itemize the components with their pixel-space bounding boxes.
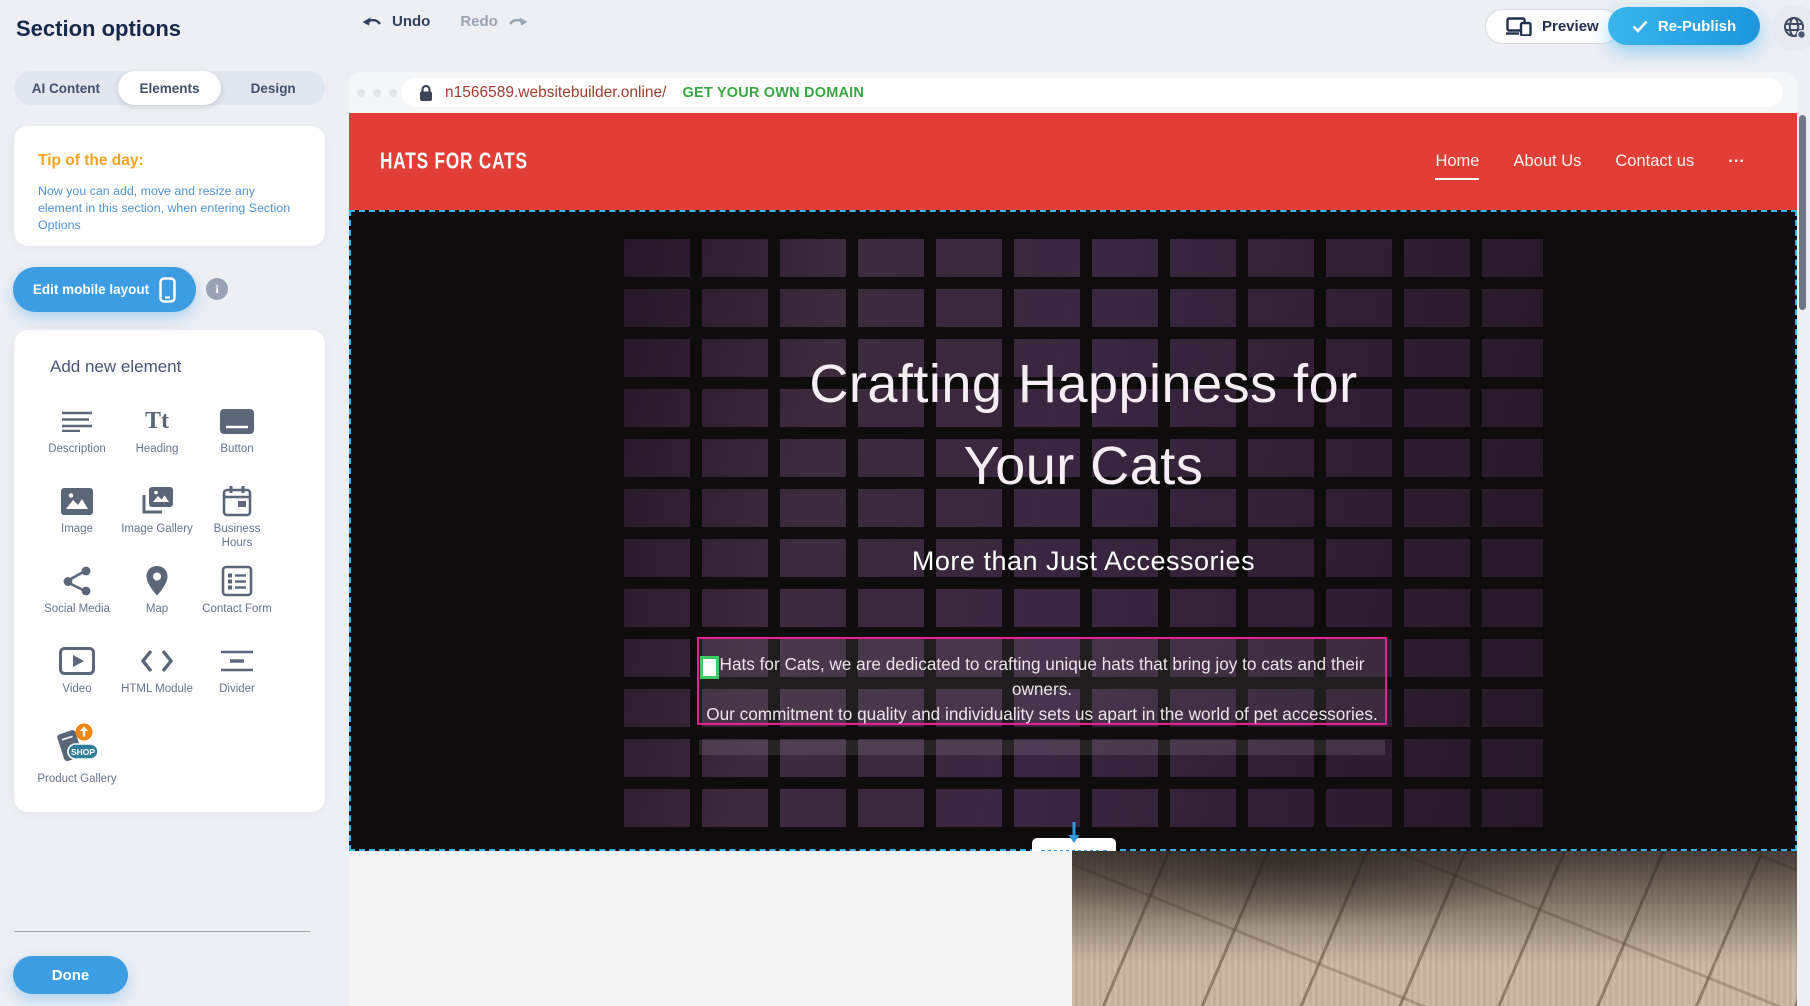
info-icon[interactable]: i — [206, 278, 228, 300]
site-preview-window: n1566589.websitebuilder.online/ GET YOUR… — [349, 72, 1797, 1006]
next-section-floor-image[interactable] — [1072, 851, 1797, 1006]
sidebar-tabs: AI Content Elements Design — [14, 71, 325, 105]
hero-subheading[interactable]: More than Just Accessories — [624, 546, 1543, 577]
nav-about-us[interactable]: About Us — [1513, 152, 1581, 171]
globe-icon — [1782, 15, 1808, 41]
get-domain-link[interactable]: GET YOUR OWN DOMAIN — [682, 85, 864, 101]
image-gallery-icon — [140, 483, 174, 519]
element-product-gallery[interactable]: SHOP Product Gallery — [37, 712, 117, 792]
element-image-gallery[interactable]: Image Gallery — [117, 472, 197, 552]
undo-button[interactable]: Undo — [362, 13, 430, 30]
element-image[interactable]: Image — [37, 472, 117, 552]
tab-ai-content[interactable]: AI Content — [14, 71, 118, 105]
window-dot-2 — [373, 89, 381, 97]
republish-label: Re-Publish — [1658, 18, 1736, 35]
undo-label: Undo — [392, 13, 430, 30]
undo-icon — [362, 15, 384, 29]
preview-label: Preview — [1542, 18, 1599, 35]
element-hover-strip — [699, 740, 1385, 755]
business-hours-icon — [222, 483, 252, 519]
redo-label: Redo — [460, 13, 498, 30]
site-url: n1566589.websitebuilder.online/ — [445, 84, 666, 102]
element-map[interactable]: Map — [117, 552, 197, 632]
element-contact-form[interactable]: Contact Form — [197, 552, 277, 632]
divider-icon — [221, 643, 253, 679]
address-bar[interactable]: n1566589.websitebuilder.online/ GET YOUR… — [401, 78, 1783, 107]
video-icon — [59, 643, 95, 679]
element-button[interactable]: Button — [197, 392, 277, 472]
nav-more[interactable]: ... — [1728, 148, 1745, 167]
edit-mobile-layout-button[interactable]: Edit mobile layout — [13, 267, 196, 312]
heading-icon: Tt — [145, 403, 169, 439]
button-icon — [220, 403, 254, 439]
tip-body: Now you can add, move and resize any ele… — [38, 183, 296, 234]
html-module-icon — [140, 643, 174, 679]
window-dot-1 — [357, 89, 365, 97]
image-icon — [61, 483, 93, 519]
tip-title: Tip of the day: — [38, 152, 144, 170]
sidebar-divider — [14, 931, 310, 932]
element-divider[interactable]: Divider — [197, 632, 277, 712]
element-html-module[interactable]: HTML Module — [117, 632, 197, 712]
social-media-icon — [62, 563, 92, 599]
product-gallery-icon: SHOP — [51, 723, 103, 769]
republish-button[interactable]: Re-Publish — [1608, 7, 1760, 45]
element-business-hours[interactable]: Business Hours — [197, 472, 277, 552]
hero-paragraph[interactable]: Hats for Cats, we are dedicated to craft… — [699, 652, 1385, 727]
map-icon — [145, 563, 169, 599]
redo-button[interactable]: Redo — [460, 13, 528, 30]
hero-section-selected[interactable]: Crafting Happiness for Your Cats More th… — [349, 210, 1797, 851]
add-element-title: Add new element — [50, 357, 181, 377]
element-heading[interactable]: Tt Heading — [117, 392, 197, 472]
window-dot-3 — [389, 89, 397, 97]
page-title: Section options — [16, 16, 181, 42]
next-section-blank[interactable] — [349, 851, 1072, 1006]
done-label: Done — [52, 967, 90, 984]
redo-icon — [506, 15, 528, 29]
done-button[interactable]: Done — [13, 956, 128, 994]
scrollbar-thumb[interactable] — [1799, 115, 1806, 310]
tab-design[interactable]: Design — [221, 71, 325, 105]
nav-home[interactable]: Home — [1435, 152, 1479, 180]
tab-elements[interactable]: Elements — [118, 71, 222, 105]
nav-contact-us[interactable]: Contact us — [1615, 152, 1694, 171]
element-video[interactable]: Video — [37, 632, 117, 712]
devices-icon — [1506, 17, 1532, 36]
element-description[interactable]: Description — [37, 392, 117, 472]
shop-badge: SHOP — [71, 747, 95, 757]
browser-chrome: n1566589.websitebuilder.online/ GET YOUR… — [349, 72, 1797, 113]
site-logo[interactable]: HATS FOR CATS — [380, 149, 528, 176]
language-globe-button[interactable] — [1772, 5, 1810, 51]
hero-heading[interactable]: Crafting Happiness for Your Cats — [624, 343, 1543, 507]
selected-text-element[interactable]: Hats for Cats, we are dedicated to craft… — [697, 637, 1387, 725]
lock-icon — [419, 84, 433, 102]
site-header: HATS FOR CATS Home About Us Contact us .… — [349, 113, 1797, 210]
site-nav: Home About Us Contact us ... — [1435, 113, 1745, 210]
element-social-media[interactable]: Social Media — [37, 552, 117, 632]
phone-icon — [159, 277, 176, 303]
check-icon — [1632, 20, 1648, 33]
edit-mobile-layout-label: Edit mobile layout — [33, 282, 149, 297]
preview-button[interactable]: Preview — [1485, 9, 1620, 44]
element-grid: Description Tt Heading Button Image — [37, 392, 277, 792]
undo-redo-group: Undo Redo — [362, 13, 528, 30]
contact-form-icon — [221, 563, 253, 599]
description-icon — [62, 403, 92, 439]
